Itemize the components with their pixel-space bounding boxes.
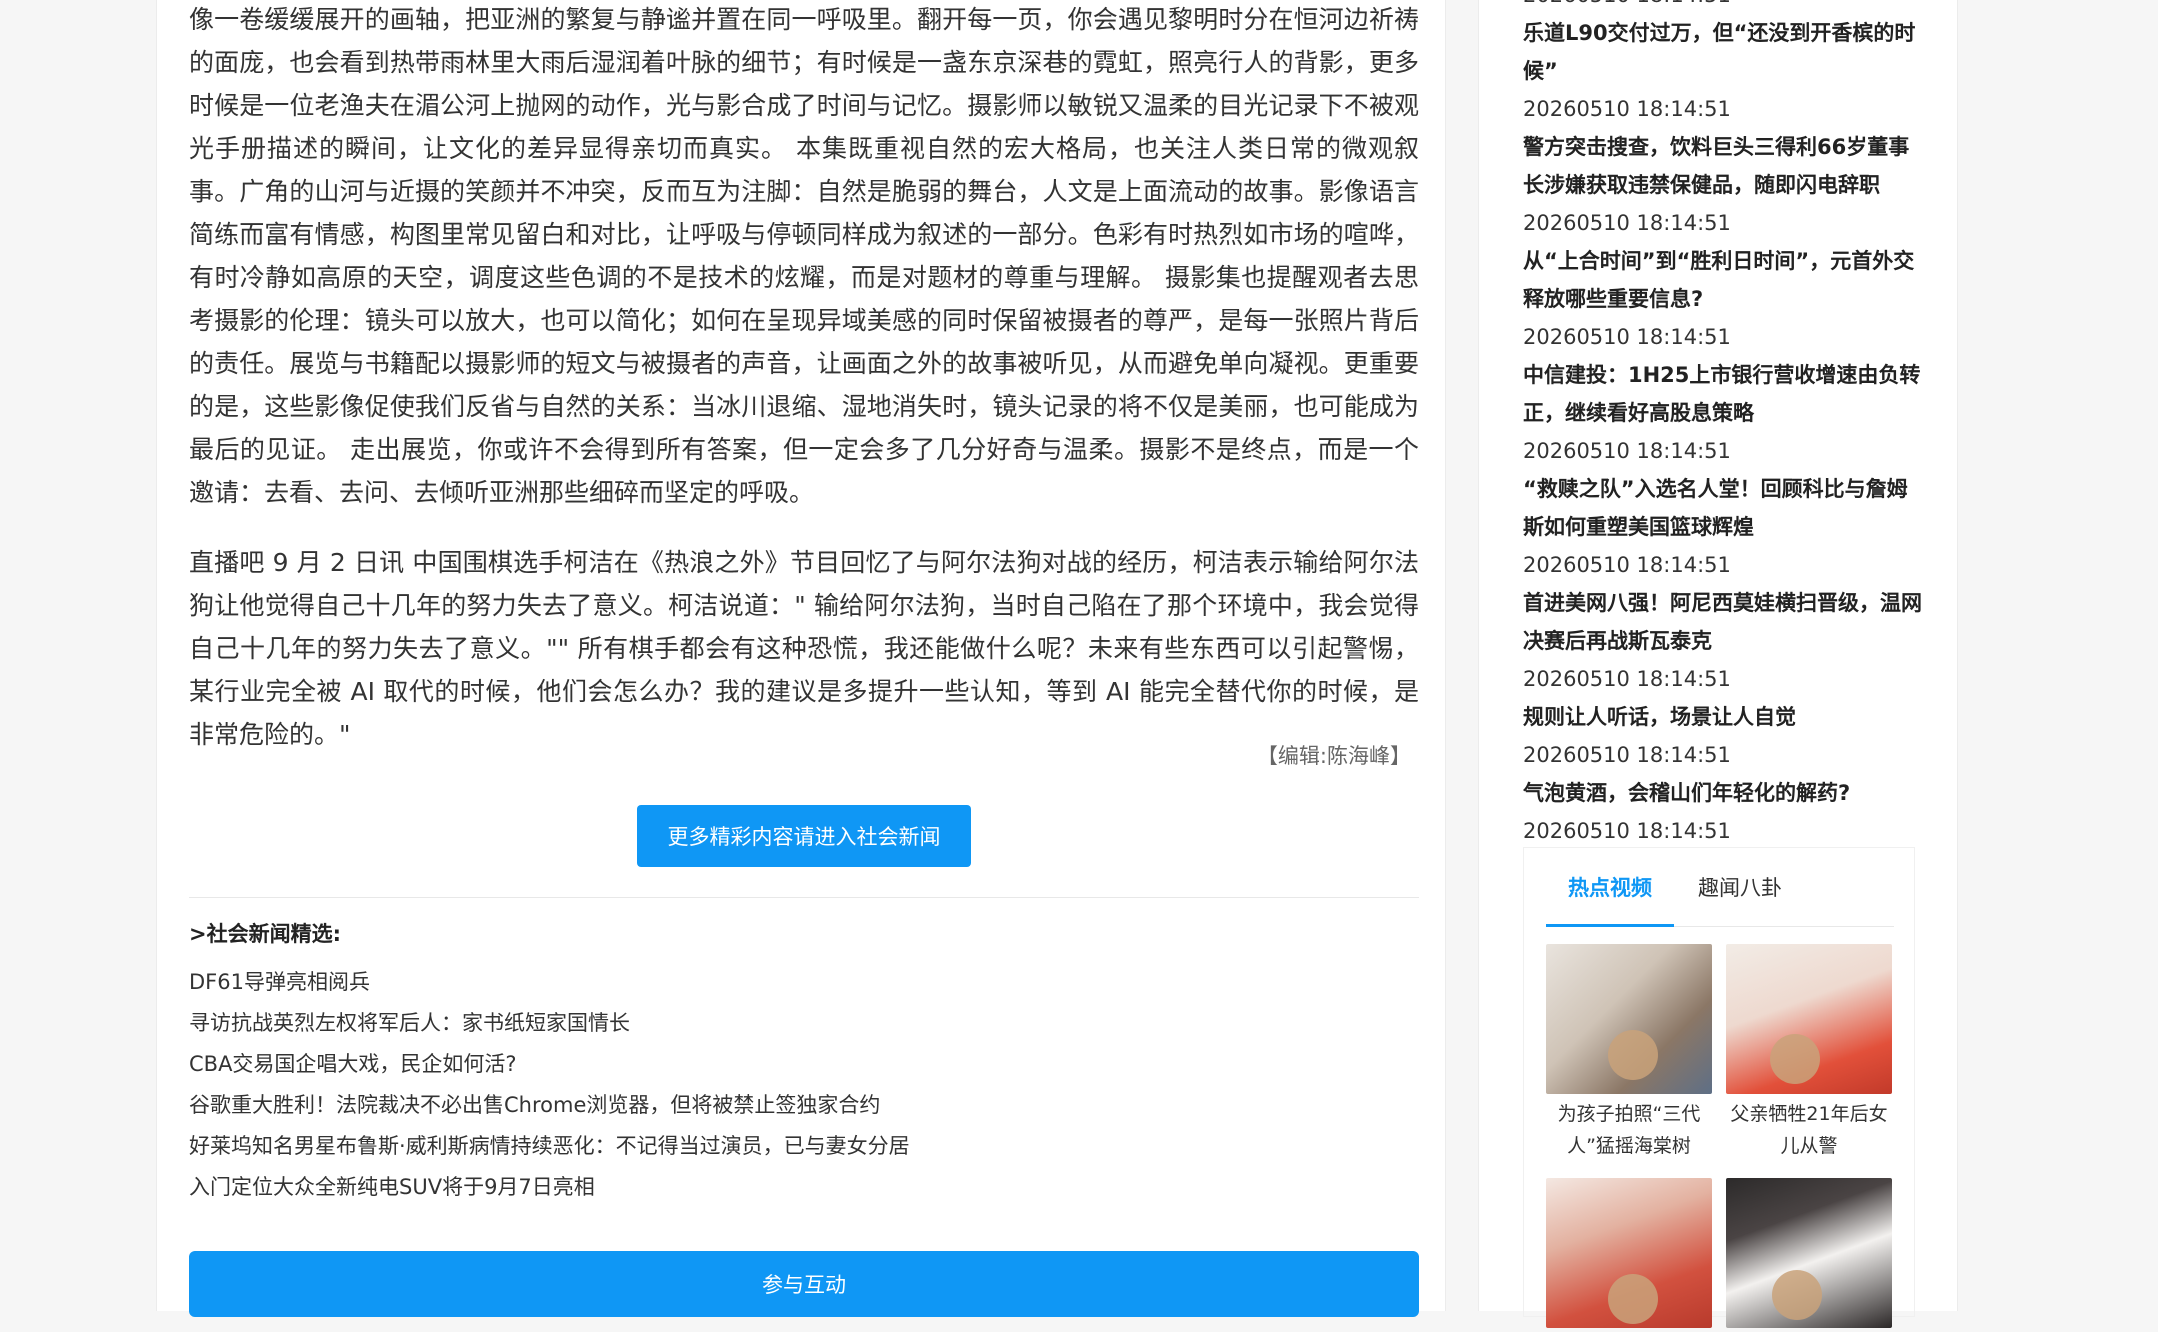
list-item: 乐道L90交付过万，但“还没到开香槟的时候” 20260510 18:14:51 (1523, 14, 1923, 128)
news-time: 20260510 18:14:51 (1523, 97, 1731, 121)
video-caption[interactable]: 父亲牺牲21年后女儿从警 (1726, 1098, 1892, 1162)
news-time: 20260510 18:14:51 (1523, 667, 1731, 691)
editor-credit: 【编辑:陈海峰】 (1256, 744, 1411, 768)
video-card[interactable] (1546, 1178, 1712, 1332)
news-title-link[interactable]: 气泡黄酒，会稽山们年轻化的解药? (1523, 774, 1923, 812)
video-thumbnail[interactable] (1546, 944, 1712, 1094)
video-thumbnail[interactable] (1726, 944, 1892, 1094)
news-title-link[interactable]: 警方突击搜查，饮料巨头三得利66岁董事长涉嫌获取违禁保健品，随即闪电辞职 (1523, 128, 1923, 204)
blur-mark (1770, 1034, 1820, 1084)
video-card[interactable]: 为孩子拍照“三代人”猛摇海棠树 (1546, 944, 1712, 1162)
news-time: 20260510 18:14:51 (1523, 439, 1731, 463)
tab-gossip[interactable]: 趣闻八卦 (1698, 872, 1782, 924)
news-title-link[interactable]: 首进美网八强！阿尼西莫娃横扫晋级，温网决赛后再战斯瓦泰克 (1523, 584, 1923, 660)
list-item: 规则让人听话，场景让人自觉 20260510 18:14:51 (1523, 698, 1923, 774)
news-time: 20260510 18:14:51 (1523, 553, 1731, 577)
video-tab-panel: 热点视频 趣闻八卦 为孩子拍照“三代人”猛摇海棠树 父亲牺牲21年后女儿从警 (1523, 847, 1915, 1328)
news-title-link[interactable]: 乐道L90交付过万，但“还没到开香槟的时候” (1523, 14, 1923, 90)
article-column: 像一卷缓缓展开的画轴，把亚洲的繁复与静谧并置在同一呼吸里。翻开每一页，你会遇见黎… (156, 0, 1446, 1317)
news-time: 20260510 18:14:51 (1523, 819, 1731, 843)
blur-mark (1772, 1270, 1822, 1320)
related-news-link[interactable]: 好莱坞知名男星布鲁斯·威利斯病情持续恶化：不记得当过演员，已与妻女分居 (189, 1126, 910, 1167)
news-title-link[interactable]: 中信建投：1H25上市银行营收增速由负转正，继续看好高股息策略 (1523, 356, 1923, 432)
list-item: 从“上合时间”到“胜利日时间”，元首外交释放哪些重要信息? 20260510 18… (1523, 242, 1923, 356)
related-news-list: DF61导弹亮相阅兵 寻访抗战英烈左权将军后人：家书纸短家国情长 CBA交易国企… (189, 962, 910, 1208)
article-paragraph: 直播吧 9 月 2 日讯 中国围棋选手柯洁在《热浪之外》节目回忆了与阿尔法狗对战… (189, 548, 1419, 749)
news-time: 20260510 18:14:51 (1523, 211, 1731, 235)
section-title: >社会新闻精选: (189, 922, 341, 946)
news-time: 20260510 18:14:51 (1523, 0, 1923, 14)
video-thumbnail[interactable] (1726, 1178, 1892, 1328)
news-title-link[interactable]: “救赎之队”入选名人堂！回顾科比与詹姆斯如何重塑美国篮球辉煌 (1523, 470, 1923, 546)
blur-mark (1608, 1030, 1658, 1080)
divider (189, 897, 1419, 898)
list-item: 中信建投：1H25上市银行营收增速由负转正，继续看好高股息策略 20260510 … (1523, 356, 1923, 470)
news-title-link[interactable]: 规则让人听话，场景让人自觉 (1523, 698, 1923, 736)
tab-bar: 热点视频 趣闻八卦 (1546, 848, 1894, 927)
more-news-button[interactable]: 更多精彩内容请进入社会新闻 (637, 805, 971, 867)
news-time: 20260510 18:14:51 (1523, 325, 1731, 349)
list-item: 警方突击搜查，饮料巨头三得利66岁董事长涉嫌获取违禁保健品，随即闪电辞职 2026… (1523, 128, 1923, 242)
related-news-link[interactable]: DF61导弹亮相阅兵 (189, 962, 910, 1003)
blur-mark (1608, 1274, 1658, 1324)
news-time: 20260510 18:14:51 (1523, 743, 1731, 767)
list-item: 气泡黄酒，会稽山们年轻化的解药? 20260510 18:14:51 (1523, 774, 1923, 850)
interact-button[interactable]: 参与互动 (189, 1251, 1419, 1317)
related-news-link[interactable]: 寻访抗战英烈左权将军后人：家书纸短家国情长 (189, 1003, 910, 1044)
list-item: 首进美网八强！阿尼西莫娃横扫晋级，温网决赛后再战斯瓦泰克 20260510 18:… (1523, 584, 1923, 698)
video-caption[interactable]: 为孩子拍照“三代人”猛摇海棠树 (1546, 1098, 1712, 1162)
related-news-link[interactable]: CBA交易国企唱大戏，民企如何活? (189, 1044, 910, 1085)
article-body: 像一卷缓缓展开的画轴，把亚洲的繁复与静谧并置在同一呼吸里。翻开每一页，你会遇见黎… (189, 0, 1419, 756)
article-paragraph: 像一卷缓缓展开的画轴，把亚洲的繁复与静谧并置在同一呼吸里。翻开每一页，你会遇见黎… (189, 5, 1419, 507)
list-item: “救赎之队”入选名人堂！回顾科比与詹姆斯如何重塑美国篮球辉煌 20260510 1… (1523, 470, 1923, 584)
video-thumbnail[interactable] (1546, 1178, 1712, 1328)
video-card[interactable] (1726, 1178, 1892, 1332)
related-news-link[interactable]: 谷歌重大胜利！法院裁决不必出售Chrome浏览器，但将被禁止签独家合约 (189, 1085, 910, 1126)
related-news-link[interactable]: 入门定位大众全新纯电SUV将于9月7日亮相 (189, 1167, 910, 1208)
list-item: 20260510 18:14:51 (1523, 0, 1923, 14)
sidebar: 20260510 18:14:51 乐道L90交付过万，但“还没到开香槟的时候”… (1478, 0, 1958, 1328)
tab-hot-videos[interactable]: 热点视频 (1546, 872, 1674, 927)
video-card[interactable]: 父亲牺牲21年后女儿从警 (1726, 944, 1892, 1162)
sidebar-news-list: 20260510 18:14:51 乐道L90交付过万，但“还没到开香槟的时候”… (1523, 0, 1923, 850)
news-title-link[interactable]: 从“上合时间”到“胜利日时间”，元首外交释放哪些重要信息? (1523, 242, 1923, 318)
